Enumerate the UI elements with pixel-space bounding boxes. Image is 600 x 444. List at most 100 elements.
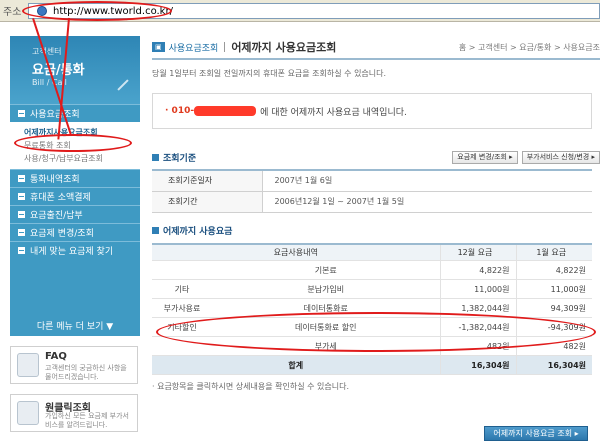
plus-icon [18, 229, 25, 236]
sidebar-header-small: 고객센터 [32, 47, 62, 56]
globe-icon [37, 6, 47, 16]
criteria-value: 2007년 1월 6일 [261, 170, 592, 192]
sidebar-item-find-plan[interactable]: 내게 맞는 요금제 찾기 [10, 241, 140, 259]
faq-title: FAQ [45, 351, 67, 362]
row-prev: 1,382,044원 [439, 298, 516, 318]
criteria-header: 조회기준 요금제 변경/조회 ▸ 부가서비스 신청/변경 ▸ [152, 149, 600, 165]
query-button[interactable]: 어제까지 사용요금 조회 ▸ [484, 426, 588, 441]
criteria-title-text: 조회기준 [163, 153, 197, 164]
table-row: 조회기준일자 2007년 1월 6일 [152, 170, 592, 192]
faq-box[interactable]: FAQ 고객센터의 궁금하신 사항을 물어드리겠습니다. [10, 346, 138, 384]
faq-desc: 고객센터의 궁금하신 사항을 물어드리겠습니다. [45, 364, 127, 381]
table-row[interactable]: 기본료 4,822원 4,822원 [152, 260, 592, 280]
total-prev: 16,304원 [439, 355, 516, 375]
url-text: http://www.tworld.co.kr/ [53, 5, 173, 17]
title-row: ▣ 사용요금조회 어제까지 사용요금조회 홈 > 고객센터 > 요금/통화 > … [152, 36, 600, 60]
submenu-item-billing[interactable]: 사용/청구/납부요금조회 [24, 152, 140, 165]
sidebar-item-label: 통화내역조회 [30, 175, 80, 185]
row-category: 부가사용료 [152, 298, 212, 318]
row-prev: 4,822원 [439, 260, 516, 280]
row-item[interactable]: 분납가입비 [212, 279, 440, 299]
table-header-row: 요금사용내역 12월 요금 1월 요금 [152, 243, 592, 261]
row-item[interactable]: 부가세 [212, 336, 440, 356]
page-description: 당월 1일부터 조회일 전일까지의 휴대폰 요금을 조회하실 수 있습니다. [152, 69, 387, 78]
square-bullet-icon [152, 226, 159, 234]
row-item[interactable]: 기본료 [212, 260, 440, 280]
minus-icon [18, 110, 25, 117]
row-item[interactable]: 데이터통화료 [212, 298, 440, 318]
submenu-item-yesterday[interactable]: 어제까지사용요금조회 [24, 126, 140, 139]
table-row: 조회기간 2006년12월 1일 ~ 2007년 1월 5일 [152, 191, 592, 213]
table-row[interactable]: 기타 분납가입비 11,000원 11,000원 [152, 279, 592, 299]
criteria-key: 조회기준일자 [152, 170, 262, 192]
criteria-key: 조회기간 [152, 191, 262, 213]
usage-title: 어제까지 사용요금 [152, 224, 600, 237]
row-item[interactable]: 데이터통화료 할인 [212, 317, 440, 337]
criteria-title: 조회기준 [152, 151, 196, 164]
row-prev: 11,000원 [439, 279, 516, 299]
row-category [152, 336, 212, 356]
page-title: 어제까지 사용요금조회 [231, 41, 337, 54]
total-row: 합계 16,304원 16,304원 [152, 355, 592, 375]
usage-title-text: 어제까지 사용요금 [163, 226, 233, 237]
sidebar-submenu: 어제까지사용요금조회 무료통화 조회 사용/청구/납부요금조회 [10, 122, 140, 169]
row-cur: -94,309원 [515, 317, 592, 337]
address-label: 주소 [3, 7, 22, 18]
sidebar-item-micropayment[interactable]: 휴대폰 소액결제 [10, 187, 140, 205]
sidebar: 고객센터 요금/통화 Bill / Call 사용요금조회 어제까지사용요금조회… [10, 36, 140, 336]
criteria-value: 2006년12월 1일 ~ 2007년 1월 5일 [261, 191, 592, 213]
address-bar: 주소 http://www.tworld.co.kr/ [0, 0, 600, 22]
redacted-number [194, 106, 257, 116]
sidebar-item-usage-fee[interactable]: 사용요금조회 [10, 104, 140, 122]
header-prev: 12월 요금 [439, 243, 516, 261]
sidebar-item-label: 요금제 변경/조회 [30, 229, 94, 239]
sidebar-item-label: 요금출진/납부 [30, 211, 83, 221]
footnote: · 요금항목을 클릭하시면 상세내용을 확인하실 수 있습니다. [152, 382, 349, 391]
table-row[interactable]: 부가세 482원 482원 [152, 336, 592, 356]
notice-box: · 010- 에 대한 어제까지 사용요금 내역입니다. [152, 93, 592, 129]
breadcrumb: 홈 > 고객센터 > 요금/통화 > 사용요금조 [458, 42, 600, 52]
oneclick-desc: 가입하신 모든 요금제 부가서비스를 알려드립니다. [45, 412, 129, 429]
plan-change-button[interactable]: 요금제 변경/조회 ▸ [452, 150, 518, 164]
more-menu-link[interactable]: 다른 메뉴 더 보기 ▼ [10, 319, 140, 332]
table-row[interactable]: 기타할인 데이터통화료 할인 -1,382,044원 -94,309원 [152, 317, 592, 337]
square-bullet-icon [152, 153, 159, 161]
sidebar-item-label: 내게 맞는 요금제 찾기 [30, 247, 114, 257]
faq-book-icon [17, 353, 39, 377]
row-category [152, 260, 212, 280]
plus-icon [18, 247, 25, 254]
plus-icon [18, 193, 25, 200]
usage-table: 요금사용내역 12월 요금 1월 요금 기본료 4,822원 4,822원 기타… [152, 242, 592, 375]
total-cur: 16,304원 [515, 355, 592, 375]
row-cur: 11,000원 [515, 279, 592, 299]
extra-service-button[interactable]: 부가서비스 신청/변경 ▸ [521, 150, 600, 164]
sidebar-header: 고객센터 요금/통화 Bill / Call [10, 36, 140, 104]
row-cur: 4,822원 [515, 260, 592, 280]
criteria-buttons: 요금제 변경/조회 ▸ 부가서비스 신청/변경 ▸ [452, 150, 600, 164]
url-field[interactable]: http://www.tworld.co.kr/ [28, 3, 600, 19]
row-prev: 482원 [439, 336, 516, 356]
plus-icon [18, 175, 25, 182]
notice-text: 에 대한 어제까지 사용요금 내역입니다. [260, 107, 407, 118]
submenu-item-free-call[interactable]: 무료통화 조회 [24, 139, 140, 152]
title-tag: ▣ [152, 42, 165, 52]
sidebar-item-call-history[interactable]: 통화내역조회 [10, 169, 140, 187]
oneclick-box[interactable]: 원클릭조회 가입하신 모든 요금제 부가서비스를 알려드립니다. [10, 394, 138, 432]
row-category: 기타할인 [152, 317, 212, 337]
header-cur: 1월 요금 [515, 243, 592, 261]
row-cur: 94,309원 [515, 298, 592, 318]
header-item: 요금사용내역 [152, 243, 440, 261]
sidebar-item-payment[interactable]: 요금출진/납부 [10, 205, 140, 223]
row-prev: -1,382,044원 [439, 317, 516, 337]
sidebar-item-plan-change[interactable]: 요금제 변경/조회 [10, 223, 140, 241]
section-label: 사용요금조회 [168, 43, 219, 54]
criteria-table: 조회기준일자 2007년 1월 6일 조회기간 2006년12월 1일 ~ 20… [152, 169, 592, 213]
total-label: 합계 [152, 355, 440, 375]
sidebar-item-label: 사용요금조회 [30, 110, 80, 120]
row-category: 기타 [152, 279, 212, 299]
title-divider [224, 42, 226, 52]
sidebar-item-label: 휴대폰 소액결제 [30, 193, 91, 203]
oneclick-icon [17, 401, 39, 425]
phone-prefix: · 010- [165, 106, 195, 116]
table-row[interactable]: 부가사용료 데이터통화료 1,382,044원 94,309원 [152, 298, 592, 318]
